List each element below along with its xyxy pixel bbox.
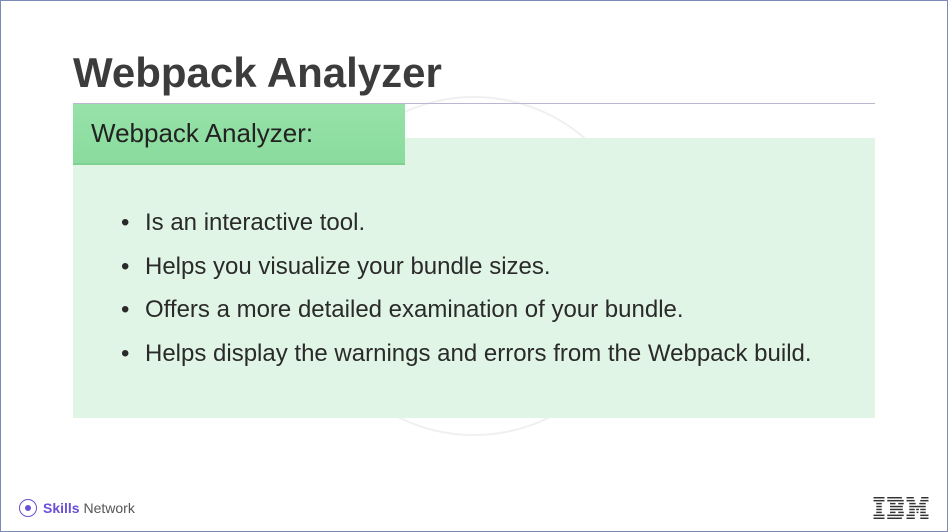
ibm-logo bbox=[873, 497, 929, 519]
bullet-list: Is an interactive tool. Helps you visual… bbox=[101, 206, 847, 370]
list-item: Offers a more detailed examination of yo… bbox=[101, 293, 847, 327]
list-item: Helps you visualize your bundle sizes. bbox=[101, 250, 847, 284]
skills-network-logo: Skills Network bbox=[19, 499, 135, 517]
skills-network-text: Skills Network bbox=[43, 500, 135, 516]
list-item: Is an interactive tool. bbox=[101, 206, 847, 240]
network-label: Network bbox=[80, 500, 135, 516]
footer: Skills Network bbox=[19, 497, 929, 519]
card-body: Webpack Analyzer: Is an interactive tool… bbox=[73, 138, 875, 418]
skills-network-icon bbox=[19, 499, 37, 517]
info-card: Webpack Analyzer: Is an interactive tool… bbox=[73, 138, 875, 418]
card-header: Webpack Analyzer: bbox=[73, 104, 405, 165]
slide-content: Webpack Analyzer Webpack Analyzer: Is an… bbox=[1, 1, 947, 418]
page-title: Webpack Analyzer bbox=[73, 49, 875, 104]
skills-label: Skills bbox=[43, 500, 80, 516]
list-item: Helps display the warnings and errors fr… bbox=[101, 337, 847, 371]
